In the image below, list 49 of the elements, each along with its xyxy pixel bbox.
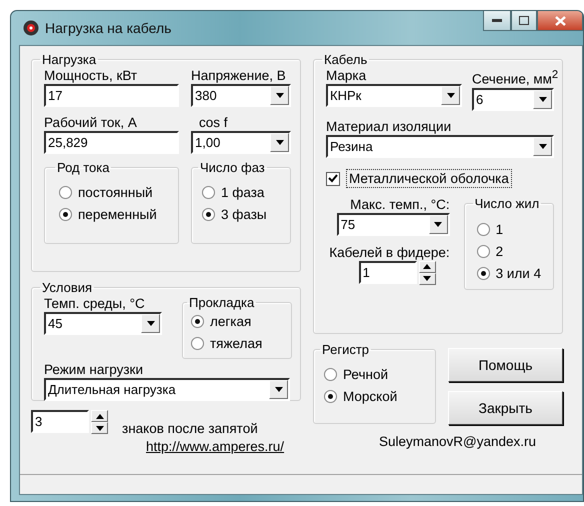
group-title: Число жил <box>474 196 540 210</box>
option-label[interactable]: Морской <box>343 388 398 404</box>
group-title: Нагрузка <box>41 52 98 67</box>
load-mode-dropdown[interactable]: Длительная нагрузка <box>44 378 290 401</box>
option-label[interactable]: 3 фазы <box>221 206 267 222</box>
field-label: Темп. среды, °C <box>44 295 146 312</box>
field-label: Сечение, мм$^{2}$ <box>472 68 558 88</box>
option-label[interactable]: тяжелая <box>210 334 262 352</box>
group-title: Число фаз <box>199 160 266 175</box>
field-label: Напряжение, В <box>191 67 287 84</box>
option-label[interactable]: Речной <box>343 366 388 382</box>
insulation-dropdown[interactable]: Резина <box>326 134 554 158</box>
email-text: SuleymanovR@yandex.ru <box>379 433 536 450</box>
field-label: Материал изоляции <box>326 118 452 134</box>
option-label[interactable]: 2 <box>496 243 504 260</box>
max-temperature-dropdown[interactable]: 75 <box>336 212 450 236</box>
help-button[interactable]: Помощь <box>448 348 563 382</box>
field-label: cos f <box>199 114 229 131</box>
power-input[interactable]: 17 <box>44 84 179 107</box>
group-title: Кабель <box>323 52 368 67</box>
section-dropdown[interactable]: 6 <box>472 88 554 110</box>
option-label[interactable]: постоянный <box>78 184 153 200</box>
field-label: Режим нагрузки <box>44 361 144 378</box>
brand-dropdown[interactable]: КНРк <box>326 84 462 107</box>
option-label[interactable]: переменный <box>78 206 157 222</box>
group-title: Регистр <box>321 342 370 357</box>
field-label: Кабелей в фидере: <box>329 244 450 260</box>
feeder-cables-input[interactable]: 1 <box>358 260 417 284</box>
close-dialog-button[interactable]: Закрыть <box>448 391 563 425</box>
decimals-label: знаков после запятой <box>122 420 258 437</box>
option-label[interactable]: 3 или 4 <box>496 265 542 282</box>
checkbox-label[interactable]: Металлической оболочка <box>346 169 512 188</box>
decimals-input[interactable]: 3 <box>31 410 89 433</box>
voltage-dropdown[interactable]: 380 <box>191 84 291 107</box>
current-input[interactable]: 25,829 <box>44 131 179 154</box>
field-label: Макс. темп., °C: <box>350 196 450 212</box>
field-label: Мощность, кВт <box>44 67 138 84</box>
field-label: Марка <box>326 67 368 84</box>
cos-dropdown[interactable]: 1,00 <box>191 131 291 154</box>
option-label[interactable]: легкая <box>210 312 252 330</box>
window-title: Нагрузка на кабель <box>45 20 172 36</box>
option-label[interactable]: 1 фаза <box>221 184 264 200</box>
field-label: Рабочий ток, А <box>44 114 138 131</box>
temperature-dropdown[interactable]: 45 <box>44 312 162 335</box>
group-title: Прокладка <box>188 295 256 310</box>
group-title: Род тока <box>56 160 110 175</box>
option-label[interactable]: 1 <box>496 221 504 238</box>
website-link[interactable]: http://www.amperes.ru/ <box>146 439 284 454</box>
group-title: Условия <box>41 280 94 295</box>
